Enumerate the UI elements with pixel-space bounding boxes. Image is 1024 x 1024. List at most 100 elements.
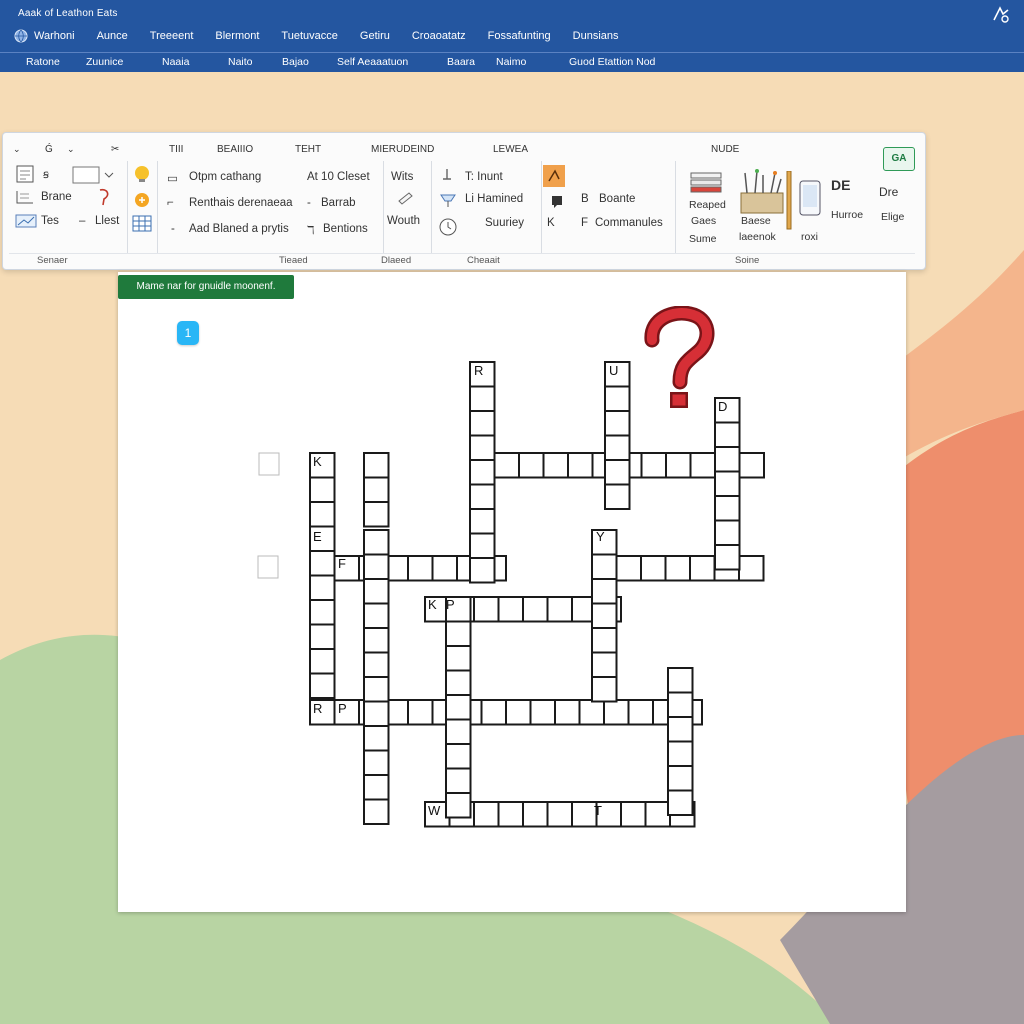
crossword-cell[interactable] xyxy=(591,651,618,678)
crossword-cell[interactable] xyxy=(640,555,667,582)
crossword-cell[interactable] xyxy=(363,749,390,776)
crossword-cell[interactable] xyxy=(603,699,630,726)
crossword-cell[interactable] xyxy=(644,801,671,828)
crossword-cell[interactable] xyxy=(363,529,390,556)
crossword-cell[interactable] xyxy=(497,596,524,623)
crossword-cell[interactable] xyxy=(363,602,390,629)
crossword-cell[interactable] xyxy=(714,544,741,571)
crossword-cell[interactable] xyxy=(469,557,496,584)
crossword-cell[interactable] xyxy=(604,410,631,437)
crossword-cell[interactable] xyxy=(469,385,496,412)
crossword-cell[interactable] xyxy=(469,508,496,535)
crossword-cell[interactable] xyxy=(567,452,594,479)
crossword-cell[interactable] xyxy=(591,627,618,654)
crossword-cell[interactable] xyxy=(469,434,496,461)
crossword-cell[interactable] xyxy=(546,801,573,828)
crossword-clue-letter: R xyxy=(313,701,322,716)
crossword-cell[interactable] xyxy=(473,596,500,623)
crossword-blank-cell xyxy=(257,555,279,579)
crossword-cell[interactable] xyxy=(591,578,618,605)
crossword-cell[interactable] xyxy=(363,798,390,825)
crossword-cell[interactable] xyxy=(667,691,694,718)
crossword-cell[interactable] xyxy=(363,578,390,605)
crossword-cell[interactable] xyxy=(667,765,694,792)
crossword-cell[interactable] xyxy=(604,385,631,412)
crossword-cell[interactable] xyxy=(363,725,390,752)
crossword-cell[interactable] xyxy=(591,553,618,580)
crossword-cell[interactable] xyxy=(505,699,532,726)
crossword-cell[interactable] xyxy=(542,452,569,479)
crossword-cell[interactable] xyxy=(493,452,520,479)
crossword-cell[interactable] xyxy=(615,555,642,582)
crossword-cell[interactable] xyxy=(640,452,667,479)
crossword-cell[interactable] xyxy=(571,801,598,828)
crossword-cell[interactable] xyxy=(363,452,390,479)
crossword-cell[interactable] xyxy=(667,740,694,767)
crossword-cell[interactable] xyxy=(445,669,472,696)
crossword-cell[interactable] xyxy=(529,699,556,726)
crossword-cell[interactable] xyxy=(689,452,716,479)
crossword-cell[interactable] xyxy=(407,555,434,582)
crossword-cell[interactable] xyxy=(714,421,741,448)
crossword-cell[interactable] xyxy=(309,550,336,577)
crossword-cell[interactable] xyxy=(363,476,390,503)
crossword-cell[interactable] xyxy=(689,555,716,582)
crossword-cell[interactable] xyxy=(738,555,765,582)
crossword-cell[interactable] xyxy=(407,699,434,726)
crossword-cell[interactable] xyxy=(627,699,654,726)
crossword-cell[interactable] xyxy=(473,801,500,828)
crossword-cell[interactable] xyxy=(591,676,618,703)
crossword-cell[interactable] xyxy=(431,555,458,582)
crossword-cell[interactable] xyxy=(554,699,581,726)
crossword-cell[interactable] xyxy=(714,470,741,497)
crossword-cell[interactable] xyxy=(309,476,336,503)
crossword-cell[interactable] xyxy=(445,767,472,794)
crossword-cell[interactable] xyxy=(445,743,472,770)
crossword-cell[interactable] xyxy=(667,716,694,743)
crossword-cell[interactable] xyxy=(445,645,472,672)
crossword-cell[interactable] xyxy=(604,434,631,461)
crossword-cell[interactable] xyxy=(445,620,472,647)
crossword-cell[interactable] xyxy=(667,789,694,816)
crossword-cell[interactable] xyxy=(363,651,390,678)
crossword-cell[interactable] xyxy=(363,553,390,580)
crossword-cell[interactable] xyxy=(309,623,336,650)
crossword-cell[interactable] xyxy=(591,602,618,629)
crossword-cell[interactable] xyxy=(309,574,336,601)
crossword-cell[interactable] xyxy=(363,627,390,654)
crossword-cell[interactable] xyxy=(363,700,390,727)
crossword-cell[interactable] xyxy=(522,596,549,623)
crossword-cell[interactable] xyxy=(469,459,496,486)
crossword-cell[interactable] xyxy=(309,599,336,626)
crossword-cell[interactable] xyxy=(309,501,336,528)
crossword-cell[interactable] xyxy=(445,718,472,745)
crossword-cell[interactable] xyxy=(309,672,336,699)
crossword-cell[interactable] xyxy=(445,792,472,819)
crossword-cell[interactable] xyxy=(469,532,496,559)
crossword-cell[interactable] xyxy=(522,801,549,828)
crossword-cell[interactable] xyxy=(309,648,336,675)
crossword-cell[interactable] xyxy=(604,483,631,510)
crossword-cell[interactable] xyxy=(497,801,524,828)
crossword-cell[interactable] xyxy=(738,452,765,479)
crossword-cell[interactable] xyxy=(620,801,647,828)
crossword-cell[interactable] xyxy=(714,495,741,522)
crossword-cell[interactable] xyxy=(664,555,691,582)
crossword-cell[interactable] xyxy=(714,446,741,473)
crossword-cell[interactable] xyxy=(469,410,496,437)
crossword-cell[interactable] xyxy=(518,452,545,479)
crossword-cell[interactable] xyxy=(363,676,390,703)
crossword-cell[interactable] xyxy=(363,774,390,801)
crossword-cell[interactable] xyxy=(546,596,573,623)
crossword-cell[interactable] xyxy=(578,699,605,726)
crossword-cell[interactable] xyxy=(445,694,472,721)
crossword-cell[interactable] xyxy=(667,667,694,694)
crossword-cell[interactable] xyxy=(714,519,741,546)
crossword-clue-letter: R xyxy=(474,363,483,378)
crossword-clue-letter: K xyxy=(428,597,437,612)
crossword-cell[interactable] xyxy=(469,483,496,510)
crossword-cell[interactable] xyxy=(665,452,692,479)
crossword-cell[interactable] xyxy=(604,459,631,486)
crossword-cell[interactable] xyxy=(363,501,390,528)
crossword-cell[interactable] xyxy=(480,699,507,726)
